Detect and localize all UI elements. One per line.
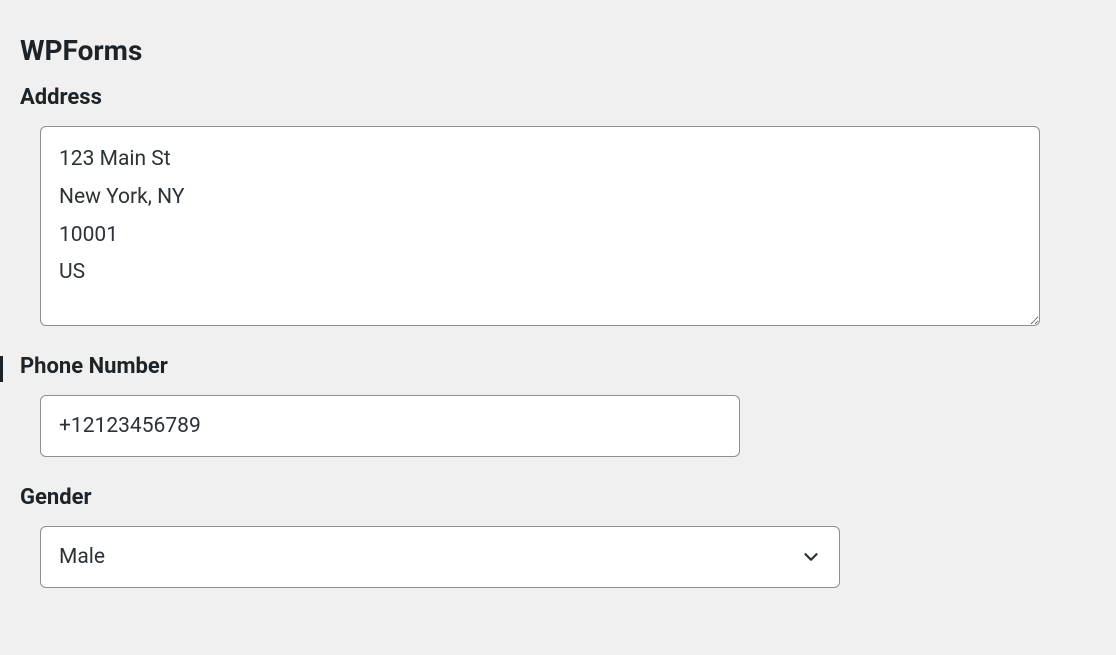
gender-select[interactable]: Male — [40, 526, 840, 588]
address-label: Address — [20, 85, 1096, 110]
field-address: Address — [20, 85, 1096, 326]
field-phone: Phone Number — [20, 354, 1096, 457]
field-gender: Gender Male — [20, 485, 1096, 588]
section-title: WPForms — [20, 34, 1096, 67]
gender-label: Gender — [20, 485, 1096, 510]
phone-label: Phone Number — [20, 354, 1096, 379]
gender-selected-value: Male — [40, 526, 840, 588]
phone-input[interactable] — [40, 395, 740, 457]
address-textarea[interactable] — [40, 126, 1040, 326]
